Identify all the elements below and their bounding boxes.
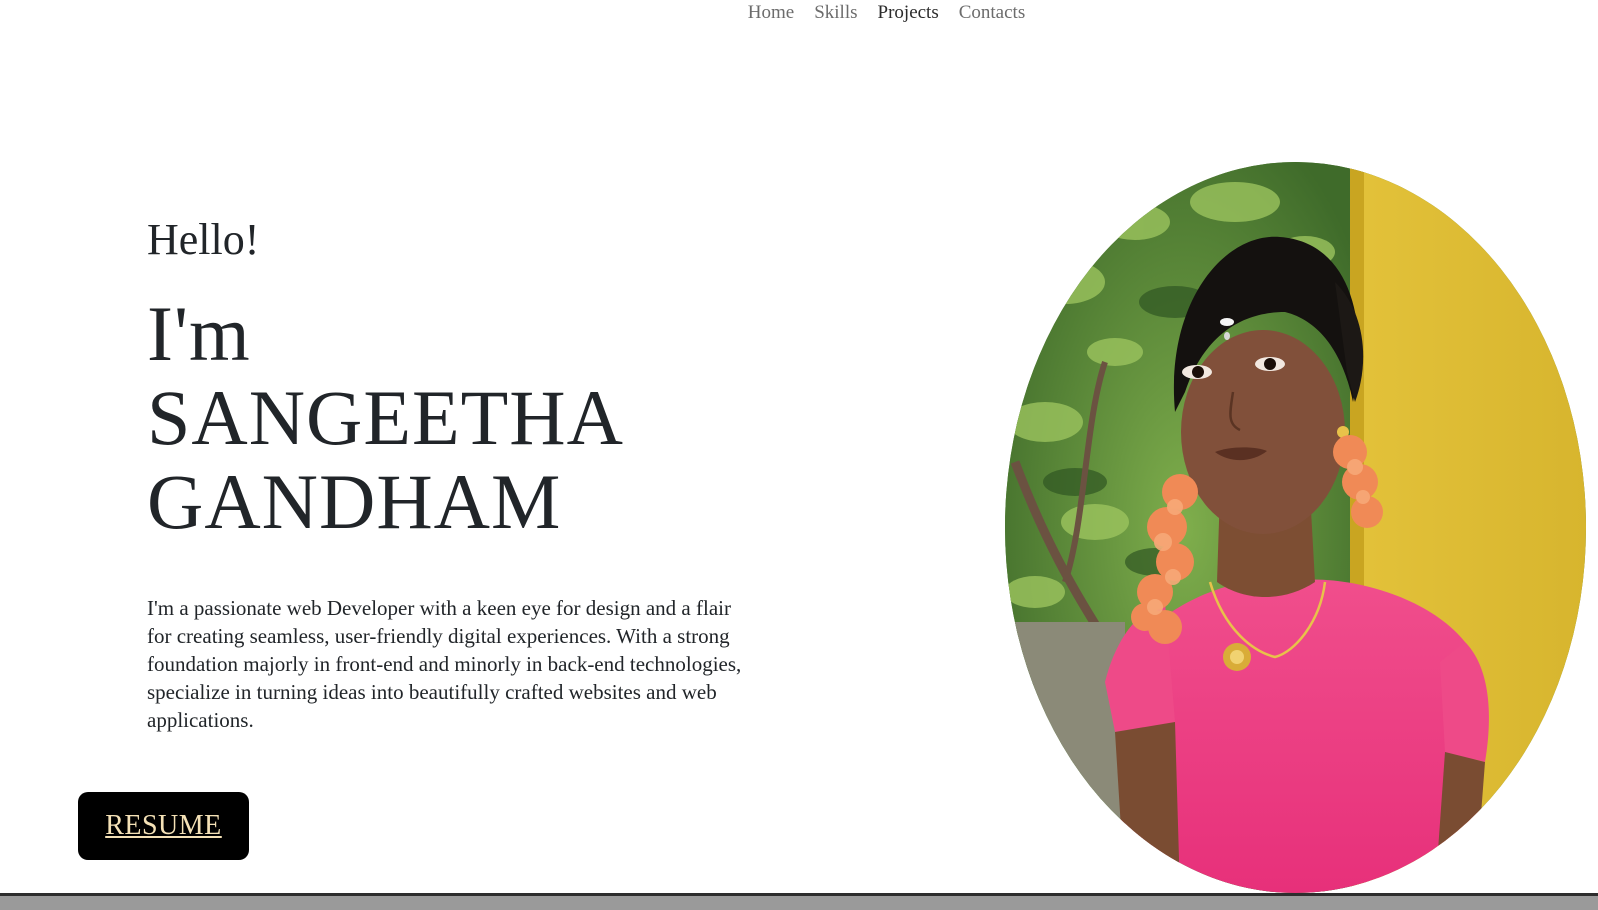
nav-link-home[interactable]: Home [748,0,794,30]
nav-link-projects[interactable]: Projects [878,0,939,30]
hero-intro: Hello! I'm SANGEETHA GANDHAM I'm a passi… [147,215,767,734]
name-line-intro: I'm [147,289,251,377]
greeting-heading: Hello! [147,215,260,264]
resume-button-label: RESUME [105,810,222,841]
bottom-divider-bar [0,893,1598,910]
bio-paragraph: I'm a passionate web Developer with a ke… [147,595,742,732]
profile-photo-illustration [1005,162,1586,893]
top-navigation: Home Skills Projects Contacts [0,0,1598,30]
nav-link-contacts[interactable]: Contacts [959,0,1026,30]
nav-link-skills[interactable]: Skills [814,0,857,30]
resume-button[interactable]: RESUME [78,792,249,860]
name-heading: I'm SANGEETHA GANDHAM [147,289,767,545]
profile-photo [1005,162,1586,893]
name-line-last: GANDHAM [147,457,562,545]
name-line-first: SANGEETHA [147,373,624,461]
